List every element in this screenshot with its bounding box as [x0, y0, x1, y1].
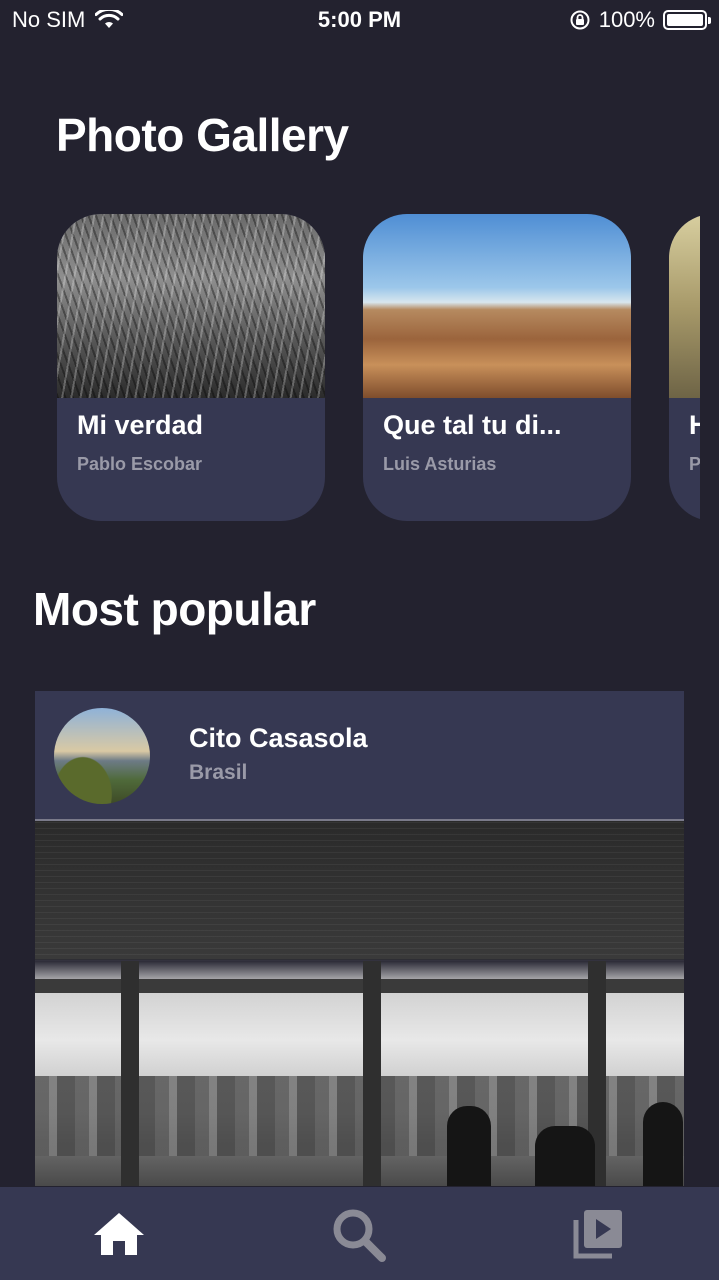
video-library-icon [573, 1210, 622, 1259]
search-icon [333, 1209, 386, 1262]
tab-search[interactable] [328, 1205, 388, 1263]
tab-videos[interactable] [568, 1205, 628, 1263]
post-image[interactable] [35, 821, 684, 1186]
status-bar: No SIM 5:00 PM 100% [0, 0, 719, 40]
battery-percent: 100% [598, 7, 655, 32]
battery-icon [663, 10, 711, 30]
gallery-card-image [363, 214, 631, 398]
gallery-card[interactable]: H P [669, 214, 700, 521]
tab-home[interactable] [89, 1205, 149, 1263]
tab-bar [0, 1187, 719, 1280]
gallery-card-title: H [689, 410, 700, 440]
post-author-name: Cito Casasola [189, 723, 368, 753]
gallery-card-image [669, 214, 700, 398]
popular-title: Most popular [33, 583, 316, 635]
orientation-lock-icon [570, 10, 590, 30]
gallery-title: Photo Gallery [56, 109, 349, 161]
home-icon [94, 1213, 144, 1255]
gallery-card[interactable]: Que tal tu di... Luis Asturias [363, 214, 631, 521]
gallery-card-author: Pablo Escobar [77, 454, 203, 474]
post-location: Brasil [189, 761, 248, 784]
photo-gallery-carousel[interactable]: Mi verdad Pablo Escobar Que tal tu di...… [0, 214, 700, 522]
gallery-card[interactable]: Mi verdad Pablo Escobar [57, 214, 325, 521]
post-header[interactable]: Cito Casasola Brasil [35, 691, 684, 821]
gallery-card-author: Luis Asturias [383, 454, 497, 474]
popular-post[interactable]: Cito Casasola Brasil [35, 691, 684, 1186]
gallery-card-title: Que tal tu di... [383, 410, 562, 440]
status-right: 100% [569, 7, 711, 33]
avatar[interactable] [54, 708, 150, 804]
gallery-card-image [57, 214, 325, 398]
gallery-card-author: P [689, 454, 700, 474]
gallery-card-title: Mi verdad [77, 410, 204, 440]
